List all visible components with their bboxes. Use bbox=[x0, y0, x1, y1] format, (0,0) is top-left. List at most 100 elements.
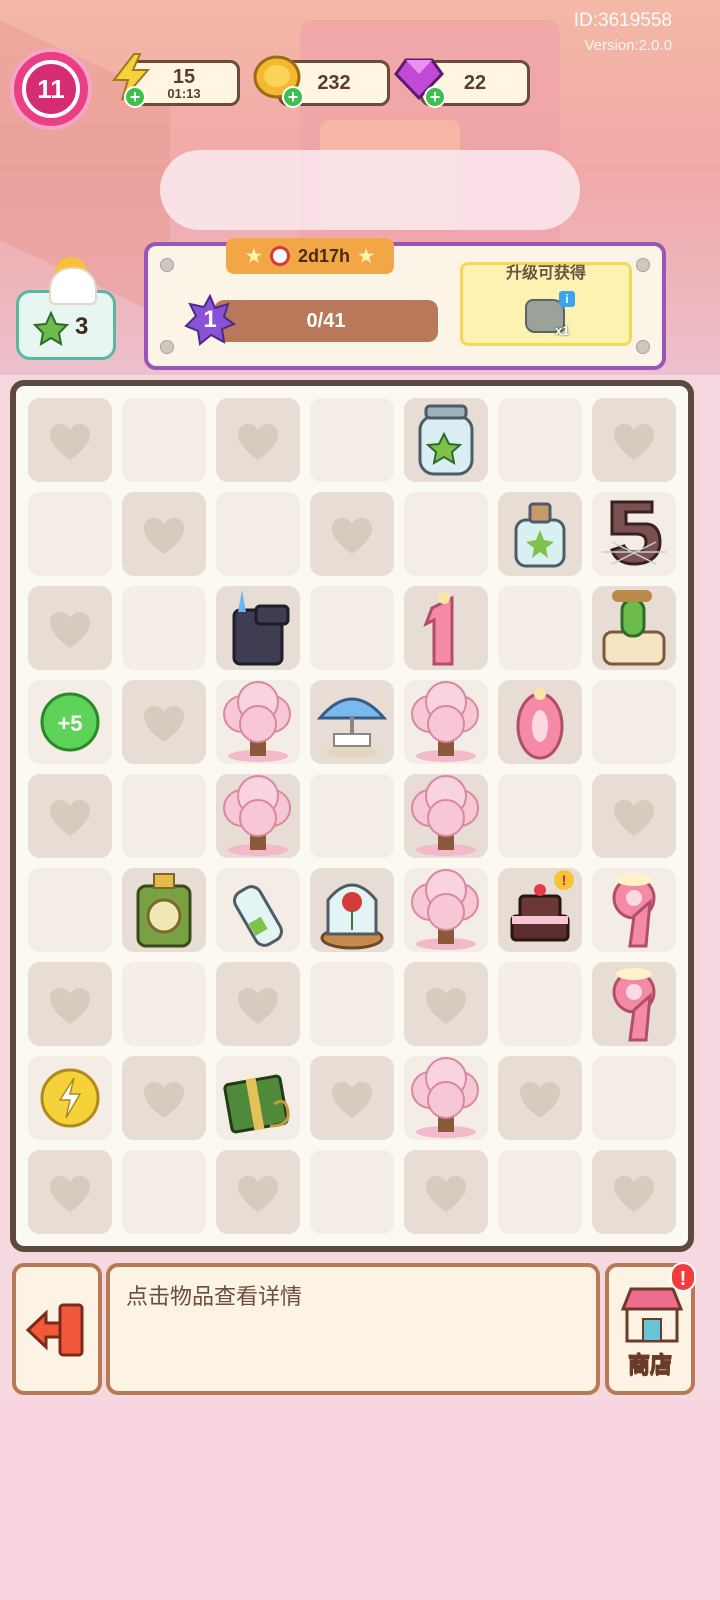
heart-lock-icon bbox=[330, 1080, 374, 1120]
sakura-tree-icon[interactable] bbox=[404, 1056, 488, 1140]
board-cell[interactable] bbox=[310, 1056, 394, 1140]
board-cell[interactable] bbox=[216, 492, 300, 576]
board-cell[interactable] bbox=[216, 962, 300, 1046]
birthday-cake-icon[interactable]: ! bbox=[498, 868, 582, 952]
board-cell[interactable] bbox=[592, 1056, 676, 1140]
board-cell[interactable] bbox=[498, 1150, 582, 1234]
board-cell[interactable] bbox=[498, 962, 582, 1046]
add-gems-button[interactable]: + bbox=[424, 86, 446, 108]
sakura-tree-icon[interactable] bbox=[216, 774, 300, 858]
board-cell[interactable] bbox=[28, 1150, 112, 1234]
item-info-panel: 点击物品查看详情 bbox=[106, 1263, 600, 1395]
heart-lock-icon bbox=[612, 1174, 656, 1214]
board-cell[interactable] bbox=[28, 868, 112, 952]
board-cell[interactable] bbox=[592, 774, 676, 858]
event-timer: ★ 2d17h ★ bbox=[226, 238, 394, 274]
candle-0-icon[interactable] bbox=[498, 680, 582, 764]
candle-1-icon[interactable] bbox=[404, 586, 488, 670]
board-cell[interactable] bbox=[28, 586, 112, 670]
exit-button[interactable] bbox=[12, 1263, 102, 1395]
heart-lock-icon bbox=[48, 1174, 92, 1214]
heart-lock-icon bbox=[518, 1080, 562, 1120]
heart-lock-icon bbox=[424, 986, 468, 1026]
board-cell[interactable] bbox=[404, 962, 488, 1046]
board-cell[interactable] bbox=[122, 680, 206, 764]
heart-lock-icon bbox=[236, 1174, 280, 1214]
sakura-tree-icon[interactable] bbox=[404, 680, 488, 764]
board-cell[interactable] bbox=[310, 398, 394, 482]
board-cell[interactable] bbox=[122, 962, 206, 1046]
board-cell[interactable] bbox=[404, 1150, 488, 1234]
board-cell[interactable] bbox=[28, 774, 112, 858]
rose-glass-dome-icon[interactable] bbox=[310, 868, 394, 952]
board-cell[interactable] bbox=[592, 398, 676, 482]
sakura-tree-icon[interactable] bbox=[404, 774, 488, 858]
board-cell[interactable] bbox=[122, 586, 206, 670]
green-gift-box-icon[interactable] bbox=[216, 1056, 300, 1140]
small-bottle-icon[interactable] bbox=[498, 492, 582, 576]
board-cell[interactable] bbox=[122, 398, 206, 482]
board-cell[interactable] bbox=[28, 398, 112, 482]
board-cell[interactable] bbox=[404, 492, 488, 576]
star-count: 3 bbox=[75, 313, 89, 340]
board-cell[interactable] bbox=[310, 492, 394, 576]
board-cell[interactable] bbox=[592, 680, 676, 764]
board-cell[interactable] bbox=[592, 1150, 676, 1234]
thin-bottle-icon[interactable] bbox=[216, 868, 300, 952]
cloud-decoration bbox=[160, 150, 580, 230]
player-level-badge[interactable]: 11 bbox=[10, 48, 92, 130]
candle-9-icon[interactable] bbox=[592, 962, 676, 1046]
board-cell[interactable] bbox=[310, 1150, 394, 1234]
board-cell[interactable] bbox=[122, 1056, 206, 1140]
board-cell[interactable] bbox=[310, 586, 394, 670]
board-cell[interactable] bbox=[122, 1150, 206, 1234]
quest-progress-bar: 0/41 bbox=[214, 300, 438, 342]
star-counter[interactable]: 3 bbox=[16, 257, 116, 360]
shop-label: 商店 bbox=[627, 1352, 672, 1378]
reward-label: 升级可获得 bbox=[505, 265, 586, 282]
cactus-pot-icon[interactable] bbox=[592, 586, 676, 670]
info-icon[interactable]: i bbox=[559, 291, 575, 307]
board-cell[interactable] bbox=[216, 1150, 300, 1234]
merge-board: +5! bbox=[10, 380, 694, 1252]
hint-text: 点击物品查看详情 bbox=[126, 1284, 303, 1309]
panel-bolt-icon bbox=[636, 258, 650, 272]
sakura-tree-icon[interactable] bbox=[404, 868, 488, 952]
heart-lock-icon bbox=[424, 1174, 468, 1214]
umbrella-table-icon[interactable] bbox=[310, 680, 394, 764]
board-cell[interactable] bbox=[498, 774, 582, 858]
board-cell[interactable] bbox=[122, 774, 206, 858]
energy-value: 15 bbox=[172, 65, 196, 88]
board-cell[interactable] bbox=[498, 586, 582, 670]
board-cell[interactable] bbox=[498, 398, 582, 482]
board-cell[interactable] bbox=[28, 492, 112, 576]
lightning-coin-icon[interactable] bbox=[28, 1056, 112, 1140]
green-star-icon bbox=[33, 311, 69, 346]
board-cell[interactable] bbox=[310, 774, 394, 858]
star-left-icon: ★ bbox=[245, 245, 262, 266]
heart-lock-icon bbox=[236, 986, 280, 1026]
board-cell[interactable] bbox=[310, 962, 394, 1046]
svg-text:+5: +5 bbox=[57, 711, 82, 736]
dark-cylinder-icon[interactable] bbox=[216, 586, 300, 670]
heart-lock-icon bbox=[612, 798, 656, 838]
board-cell[interactable] bbox=[498, 1056, 582, 1140]
green-clock-box-icon[interactable] bbox=[122, 868, 206, 952]
sakura-tree-icon[interactable] bbox=[216, 680, 300, 764]
heart-lock-icon bbox=[48, 610, 92, 650]
heart-lock-icon bbox=[236, 422, 280, 462]
add-energy-button[interactable]: + bbox=[124, 86, 146, 108]
plus5-orb-icon[interactable]: +5 bbox=[28, 680, 112, 764]
heart-lock-icon bbox=[48, 422, 92, 462]
heart-lock-icon bbox=[612, 422, 656, 462]
cobweb-candle-5-icon[interactable] bbox=[592, 492, 676, 576]
event-timer-text: 2d17h bbox=[297, 245, 351, 266]
star-jar-icon[interactable] bbox=[404, 398, 488, 482]
quest-progress-text: 0/41 bbox=[306, 309, 346, 332]
candle-9-icon[interactable] bbox=[592, 868, 676, 952]
add-coins-button[interactable]: + bbox=[282, 86, 304, 108]
board-cell[interactable] bbox=[216, 398, 300, 482]
board-cell[interactable] bbox=[122, 492, 206, 576]
levelup-reward-box[interactable]: 升级可获得 i x1 bbox=[460, 262, 632, 346]
board-cell[interactable] bbox=[28, 962, 112, 1046]
